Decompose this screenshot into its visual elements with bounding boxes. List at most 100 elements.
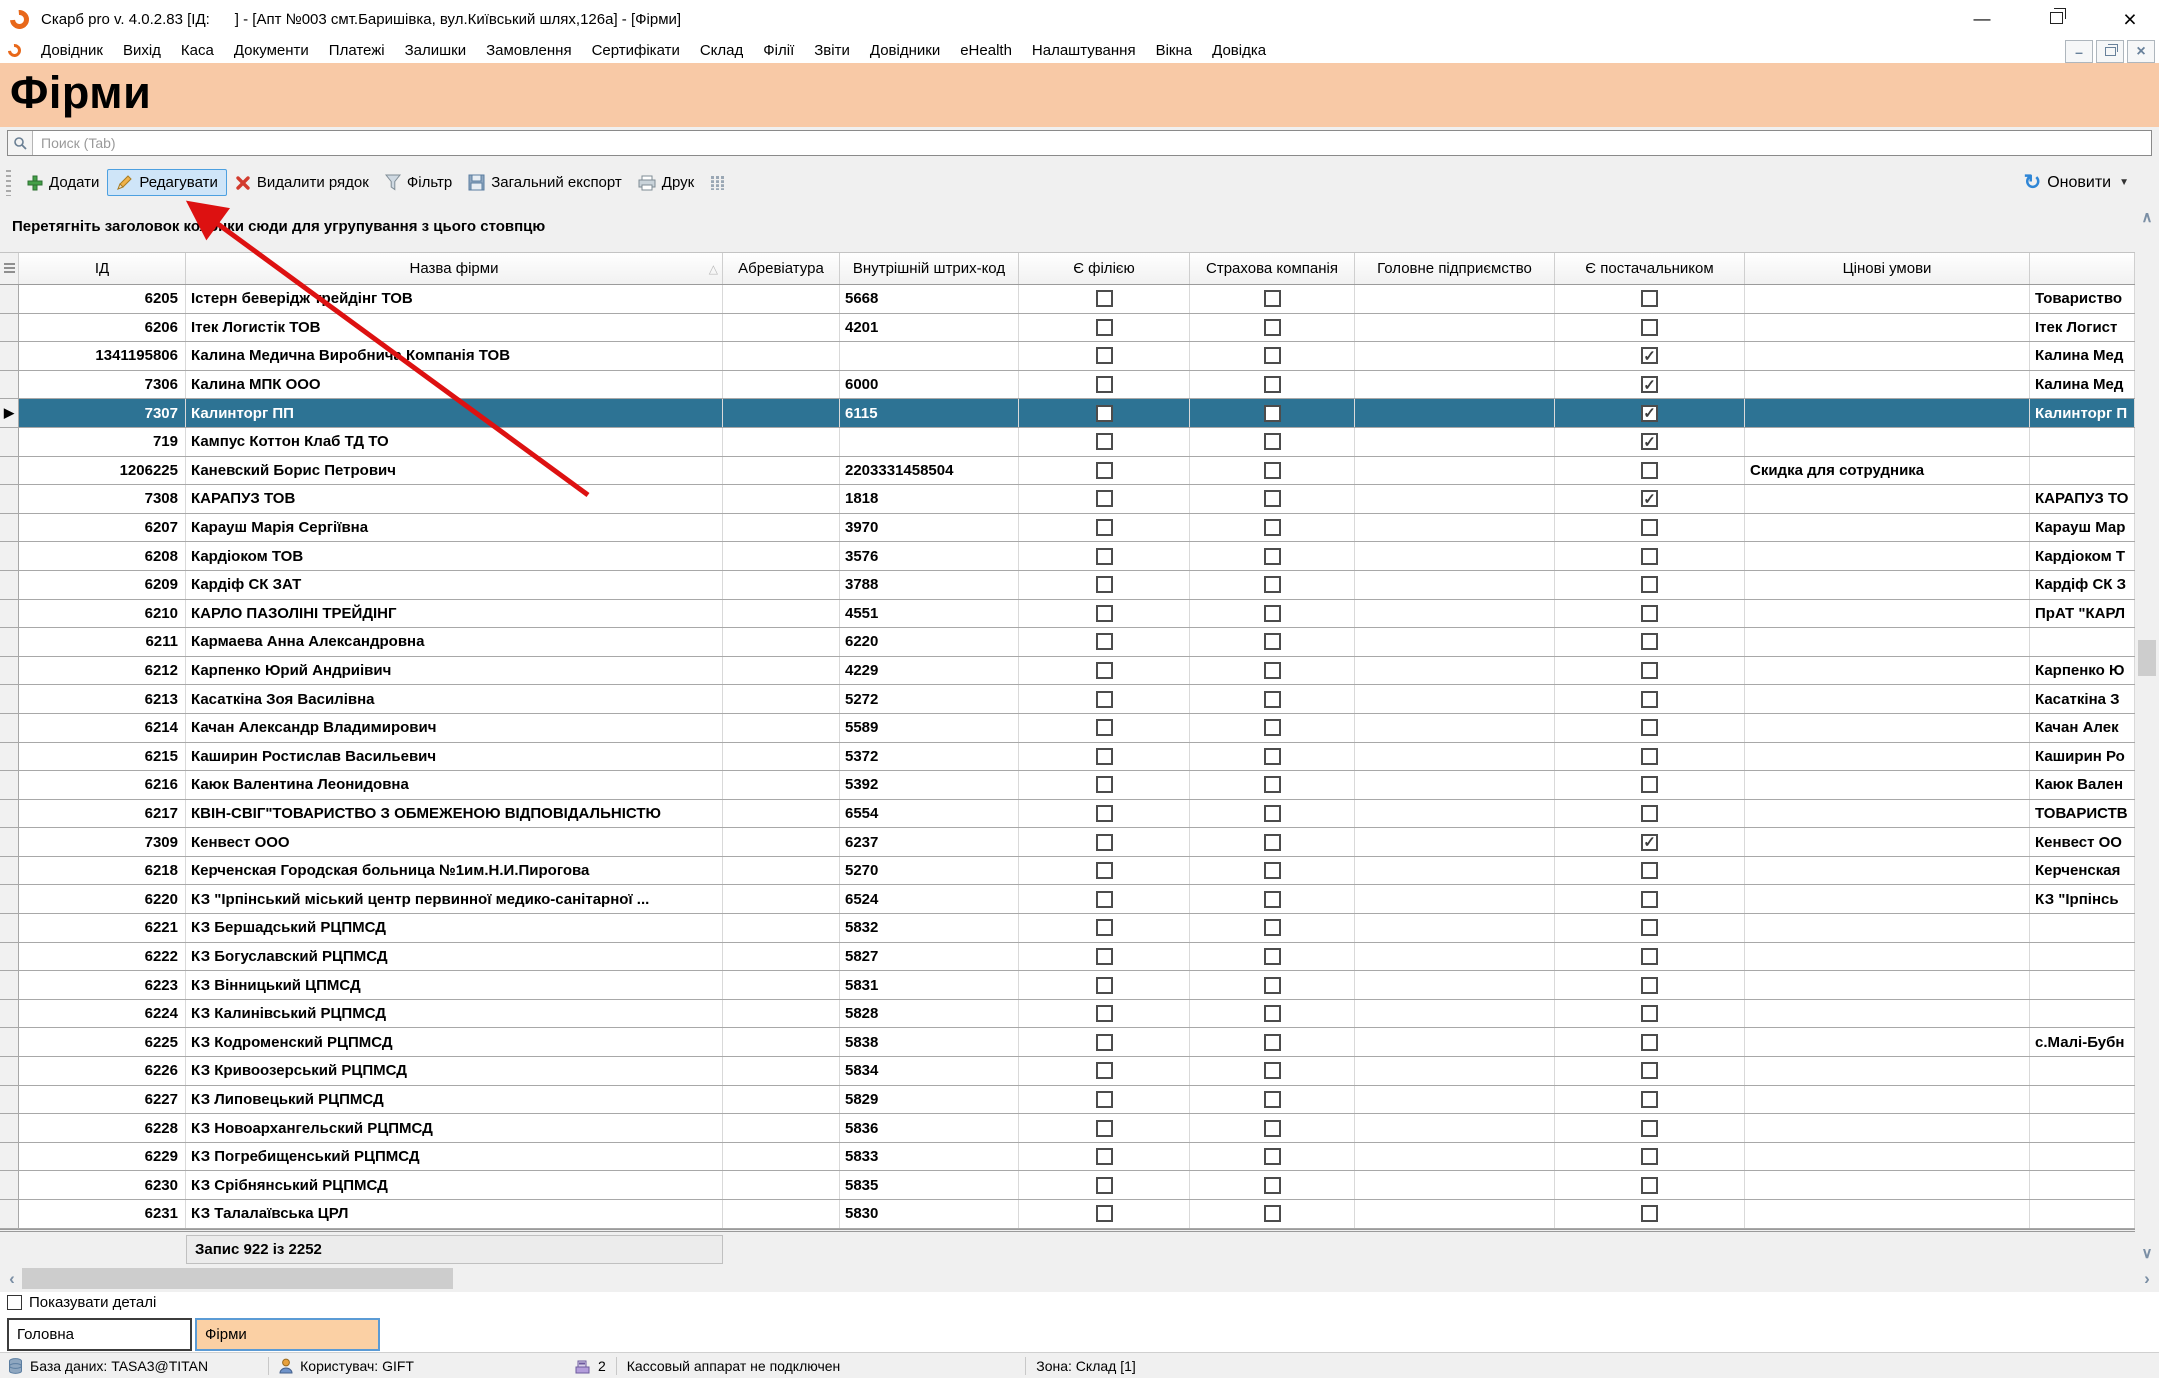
menu-item-Каса[interactable]: Каса <box>171 42 224 59</box>
checkbox-unchecked[interactable] <box>1264 919 1281 936</box>
checkbox-unchecked[interactable] <box>1096 805 1113 822</box>
checkbox-unchecked[interactable] <box>1264 891 1281 908</box>
checkbox-unchecked[interactable] <box>1264 519 1281 536</box>
checkbox-unchecked[interactable] <box>1264 1177 1281 1194</box>
checkbox-unchecked[interactable] <box>1264 1120 1281 1137</box>
column-header-ІД[interactable]: ІД <box>19 253 186 284</box>
checkbox-unchecked[interactable] <box>1641 319 1658 336</box>
checkbox-unchecked[interactable] <box>1641 1120 1658 1137</box>
checkbox-unchecked[interactable] <box>1096 662 1113 679</box>
checkbox-unchecked[interactable] <box>1096 1062 1113 1079</box>
checkbox-unchecked[interactable] <box>1096 605 1113 622</box>
menu-item-Філії[interactable]: Філії <box>753 42 804 59</box>
checkbox-unchecked[interactable] <box>1264 662 1281 679</box>
checkbox-unchecked[interactable] <box>1096 490 1113 507</box>
checkbox-unchecked[interactable] <box>1641 1148 1658 1165</box>
checkbox-unchecked[interactable] <box>1641 1005 1658 1022</box>
column-header-Страхова компанія[interactable]: Страхова компанія <box>1190 253 1355 284</box>
checkbox-unchecked[interactable] <box>1641 1205 1658 1222</box>
table-row-6212[interactable]: 6212Карпенко Юрий Андриівич4229Карпенко … <box>0 657 2135 686</box>
table-row-6229[interactable]: 6229КЗ Погребищенський РЦПМСД5833 <box>0 1143 2135 1172</box>
menu-item-Вікна[interactable]: Вікна <box>1146 42 1203 59</box>
edit-button[interactable]: Редагувати <box>107 169 227 196</box>
checkbox-unchecked[interactable] <box>1096 1120 1113 1137</box>
checkbox-unchecked[interactable] <box>1641 919 1658 936</box>
checkbox-unchecked[interactable] <box>1264 805 1281 822</box>
checkbox-unchecked[interactable] <box>1096 1034 1113 1051</box>
tab-Фірми[interactable]: Фірми <box>195 1318 380 1351</box>
checkbox-unchecked[interactable] <box>1096 633 1113 650</box>
checkbox-unchecked[interactable] <box>1096 691 1113 708</box>
checkbox-unchecked[interactable] <box>1641 1062 1658 1079</box>
checkbox-unchecked[interactable] <box>1096 719 1113 736</box>
search-icon[interactable] <box>8 131 33 155</box>
checkbox-unchecked[interactable] <box>1641 633 1658 650</box>
horizontal-scroll-thumb[interactable] <box>22 1268 453 1289</box>
checkbox-unchecked[interactable] <box>1096 891 1113 908</box>
table-row-6211[interactable]: 6211Кармаева Анна Александровна6220 <box>0 628 2135 657</box>
mdi-minimize-button[interactable]: – <box>2065 40 2093 63</box>
table-row-7306[interactable]: 7306Калина МПК ООО6000✓Калина Мед <box>0 371 2135 400</box>
checkbox-unchecked[interactable] <box>1641 548 1658 565</box>
menu-item-Документи[interactable]: Документи <box>224 42 319 59</box>
scroll-up-arrow[interactable]: ∧ <box>2135 205 2159 229</box>
table-row-6221[interactable]: 6221КЗ Бершадський РЦПМСД5832 <box>0 914 2135 943</box>
table-row-6227[interactable]: 6227КЗ Липовецький РЦПМСД5829 <box>0 1086 2135 1115</box>
checkbox-unchecked[interactable] <box>1641 576 1658 593</box>
vertical-scrollbar[interactable]: ∧ ∨ <box>2135 205 2159 1265</box>
table-row-6206[interactable]: 6206Ітек Логистік ТОВ4201Ітек Логист <box>0 314 2135 343</box>
horizontal-scrollbar[interactable]: ‹ › <box>0 1265 2159 1292</box>
checkbox-unchecked[interactable] <box>1096 977 1113 994</box>
export-button[interactable]: Загальний експорт <box>460 170 630 195</box>
table-row-1341195806[interactable]: 1341195806Калина Медична Виробнича Компа… <box>0 342 2135 371</box>
checkbox-unchecked[interactable] <box>1641 290 1658 307</box>
checkbox-unchecked[interactable] <box>1264 748 1281 765</box>
checkbox-unchecked[interactable] <box>1264 719 1281 736</box>
checkbox-unchecked[interactable] <box>1096 748 1113 765</box>
table-row-7307[interactable]: ▶7307Калинторг ПП6115✓Калинторг П <box>0 399 2135 428</box>
checkbox-unchecked[interactable] <box>1096 919 1113 936</box>
checkbox-unchecked[interactable] <box>1641 662 1658 679</box>
search-box[interactable] <box>7 130 2152 156</box>
checkbox-unchecked[interactable] <box>1264 1205 1281 1222</box>
checkbox-checked[interactable]: ✓ <box>1641 490 1658 507</box>
checkbox-unchecked[interactable] <box>1641 691 1658 708</box>
table-row-6213[interactable]: 6213Касаткіна Зоя Василівна5272Касаткіна… <box>0 685 2135 714</box>
table-row-6224[interactable]: 6224КЗ Калинівський РЦПМСД5828 <box>0 1000 2135 1029</box>
checkbox-unchecked[interactable] <box>1264 1062 1281 1079</box>
table-row-6222[interactable]: 6222КЗ Богуславский РЦПМСД5827 <box>0 943 2135 972</box>
table-row-6223[interactable]: 6223КЗ Вінницький ЦПМСД5831 <box>0 971 2135 1000</box>
column-header-Є філією[interactable]: Є філією <box>1019 253 1190 284</box>
window-restore-button[interactable] <box>2045 9 2067 29</box>
refresh-button[interactable]: ↻ Оновити ▼ <box>2024 170 2129 195</box>
checkbox-unchecked[interactable] <box>1264 576 1281 593</box>
checkbox-unchecked[interactable] <box>1096 462 1113 479</box>
column-header-extra[interactable] <box>2030 253 2135 284</box>
checkbox-unchecked[interactable] <box>1096 776 1113 793</box>
table-row-6217[interactable]: 6217КВІН-СВІГ"ТОВАРИСТВО З ОБМЕЖЕНОЮ ВІД… <box>0 800 2135 829</box>
checkbox-unchecked[interactable] <box>1264 405 1281 422</box>
checkbox-unchecked[interactable] <box>1096 1177 1113 1194</box>
column-header-Є постачальником[interactable]: Є постачальником <box>1555 253 1745 284</box>
checkbox-unchecked[interactable] <box>1096 405 1113 422</box>
menu-item-Вихід[interactable]: Вихід <box>113 42 171 59</box>
menu-item-Склад[interactable]: Склад <box>690 42 753 59</box>
menu-item-Замовлення[interactable]: Замовлення <box>476 42 581 59</box>
checkbox-unchecked[interactable] <box>1641 776 1658 793</box>
column-header-Внутрішній штрих-код[interactable]: Внутрішній штрих-код <box>840 253 1019 284</box>
checkbox-unchecked[interactable] <box>1264 1091 1281 1108</box>
table-row-6218[interactable]: 6218Керченская Городская больница №1им.Н… <box>0 857 2135 886</box>
checkbox-checked[interactable]: ✓ <box>1641 347 1658 364</box>
checkbox-unchecked[interactable] <box>1641 1177 1658 1194</box>
column-header-Абревіатура[interactable]: Абревіатура <box>723 253 840 284</box>
checkbox-unchecked[interactable] <box>1264 605 1281 622</box>
checkbox-unchecked[interactable] <box>1641 719 1658 736</box>
menu-item-Залишки[interactable]: Залишки <box>395 42 477 59</box>
checkbox-unchecked[interactable] <box>1641 1091 1658 1108</box>
checkbox-unchecked[interactable] <box>1641 748 1658 765</box>
show-details-checkbox[interactable] <box>7 1295 22 1310</box>
checkbox-unchecked[interactable] <box>1264 1034 1281 1051</box>
checkbox-unchecked[interactable] <box>1264 548 1281 565</box>
refresh-dropdown-caret[interactable]: ▼ <box>2119 177 2129 188</box>
checkbox-unchecked[interactable] <box>1096 862 1113 879</box>
